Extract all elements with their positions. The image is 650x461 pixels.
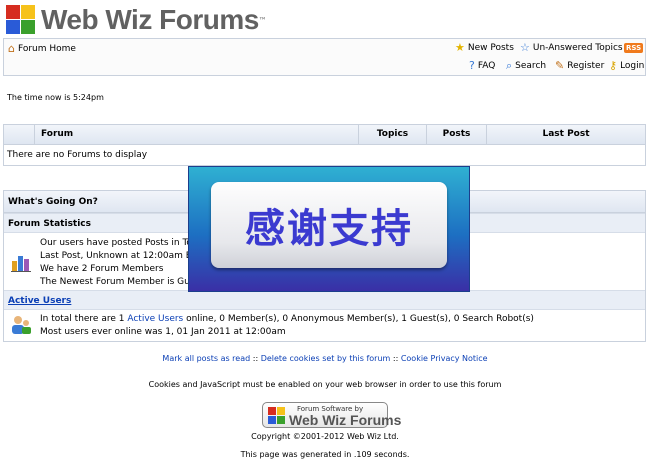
header-icon-cell xyxy=(4,125,34,144)
register-link[interactable]: ✎ Register xyxy=(555,60,604,71)
stats-line-last-post: Last Post, Unknown at 12:00am E xyxy=(40,251,192,261)
mark-all-read-link[interactable]: Mark all posts as read xyxy=(162,354,250,363)
star-outline-icon: ☆ xyxy=(520,41,530,54)
col-posts: Posts xyxy=(426,125,486,144)
current-time: The time now is 5:24pm xyxy=(7,93,104,102)
col-forum: Forum xyxy=(34,125,358,144)
star-icon: ★ xyxy=(455,41,465,54)
active-users-title-link[interactable]: Active Users xyxy=(8,296,71,306)
forum-table: Forum Topics Posts Last Post There are n… xyxy=(3,124,646,166)
statistics-chart-icon xyxy=(10,251,32,273)
register-icon: ✎ xyxy=(555,59,565,72)
cookie-privacy-link[interactable]: Cookie Privacy Notice xyxy=(401,354,488,363)
delete-cookies-link[interactable]: Delete cookies set by this forum xyxy=(261,354,391,363)
active-users-suffix: online, 0 Member(s), 0 Anonymous Member(… xyxy=(183,314,534,324)
site-logo[interactable]: Web Wiz Forums ™ xyxy=(6,3,267,37)
forum-home-link[interactable]: ⌂ Forum Home xyxy=(8,43,76,54)
col-topics: Topics xyxy=(358,125,426,144)
logo-trademark: ™ xyxy=(258,15,267,25)
logo-text: Web Wiz Forums xyxy=(41,4,259,35)
new-posts-label: New Posts xyxy=(467,42,514,53)
faq-link[interactable]: ? FAQ xyxy=(469,60,495,71)
thanks-overlay-image: 感谢支持 xyxy=(188,166,470,292)
page-generated-time: This page was generated in .109 seconds. xyxy=(240,450,410,459)
key-icon: ⚷ xyxy=(609,59,618,72)
nav-bar: ⌂ Forum Home ★ New Posts ☆ Un-Answered T… xyxy=(3,38,646,76)
unanswered-topics-label: Un-Answered Topics xyxy=(532,42,623,53)
rss-link[interactable]: RSS xyxy=(624,43,644,53)
forum-home-label: Forum Home xyxy=(17,43,76,54)
users-icon xyxy=(10,314,32,336)
no-forums-message: There are no Forums to display xyxy=(7,150,148,160)
rss-icon: RSS xyxy=(624,43,644,53)
thanks-card: 感谢支持 xyxy=(211,182,447,268)
login-label: Login xyxy=(620,60,645,71)
active-users-prefix: In total there are 1 xyxy=(40,314,128,324)
cookies-note: Cookies and JavaScript must be enabled o… xyxy=(148,380,502,389)
search-link[interactable]: ⌕ Search xyxy=(506,60,546,71)
home-icon: ⌂ xyxy=(8,42,15,55)
footer-links: Mark all posts as read :: Delete cookies… xyxy=(0,354,650,363)
footer-separator-1: :: xyxy=(250,354,261,363)
register-label: Register xyxy=(567,60,605,71)
most-users-online: Most users ever online was 1, 01 Jan 201… xyxy=(40,327,286,337)
new-posts-link[interactable]: ★ New Posts xyxy=(455,42,514,53)
forum-table-header: Forum Topics Posts Last Post xyxy=(4,125,645,145)
unanswered-topics-link[interactable]: ☆ Un-Answered Topics xyxy=(520,42,623,53)
search-icon: ⌕ xyxy=(506,59,513,72)
copyright: Copyright ©2001-2012 Web Wiz Ltd. xyxy=(251,432,399,441)
logo-squares-icon xyxy=(6,5,36,35)
stats-line-newest-member: The Newest Forum Member is Gu xyxy=(40,277,190,287)
active-users-section: Active Users xyxy=(4,290,645,310)
faq-label: FAQ xyxy=(477,60,496,71)
search-label: Search xyxy=(515,60,547,71)
powered-by-badge[interactable]: Forum Software by Web Wiz Forums xyxy=(262,402,401,428)
active-users-link[interactable]: Active Users xyxy=(127,314,183,324)
badge-big-text: Web Wiz Forums xyxy=(289,412,402,428)
login-link[interactable]: ⚷ Login xyxy=(609,60,644,71)
stats-line-posts: Our users have posted Posts in To xyxy=(40,238,192,248)
active-users-summary: In total there are 1 Active Users online… xyxy=(40,314,534,324)
stats-line-members: We have 2 Forum Members xyxy=(40,264,164,274)
col-last-post: Last Post xyxy=(486,125,645,144)
thanks-text: 感谢支持 xyxy=(245,205,413,252)
help-icon: ? xyxy=(469,59,475,72)
footer-separator-2: :: xyxy=(390,354,401,363)
badge-logo-icon xyxy=(268,407,286,425)
